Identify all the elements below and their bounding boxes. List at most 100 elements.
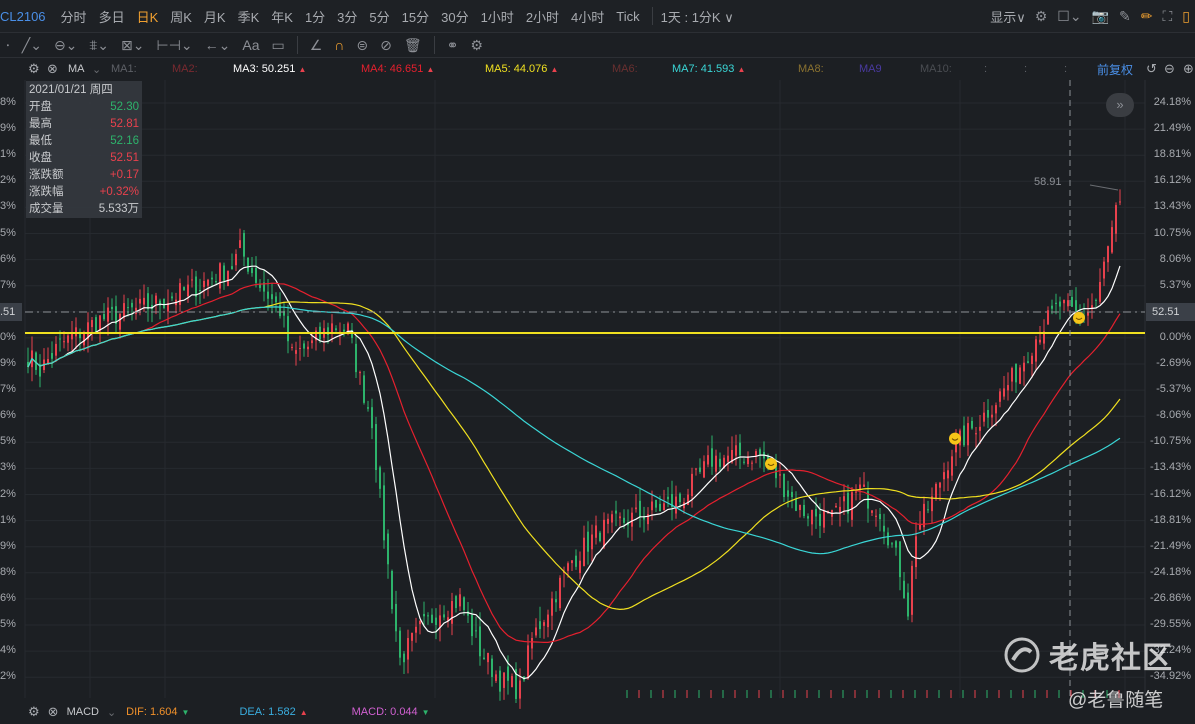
fib-tool-icon[interactable]: ⊠⌄ — [121, 37, 144, 54]
ma-chevron-icon[interactable]: ⌄ — [92, 63, 101, 76]
candle-body — [123, 303, 125, 318]
candle-body — [863, 484, 865, 487]
tiger-logo-icon — [1004, 637, 1040, 673]
left-axis-label: 5% — [0, 226, 16, 239]
candle-body — [747, 456, 749, 465]
timeframe-tab[interactable]: 2小时 — [520, 7, 565, 26]
timeframe-tab[interactable]: 分时 — [55, 7, 93, 26]
left-axis-label: 5% — [0, 435, 16, 448]
timeframe-tab[interactable]: 1小时 — [475, 7, 520, 26]
candle-body — [475, 630, 477, 632]
price-chart[interactable]: 58.91 — [0, 0, 1195, 724]
magnet-icon[interactable]: ∩ — [334, 37, 344, 53]
pattern-tool-icon[interactable]: ⩨⌄ — [89, 37, 109, 54]
ma4-label: MA4: 46.651 ▲ — [361, 63, 434, 75]
timeframe-tab[interactable]: 15分 — [396, 7, 435, 26]
timeframe-tab[interactable]: 日K — [131, 7, 165, 26]
timeframe-tab[interactable]: 3分 — [331, 7, 363, 26]
ma-close-icon[interactable]: ⊗ — [47, 61, 58, 77]
timeframe-tab[interactable]: 月K — [198, 7, 232, 26]
camera-icon[interactable]: 📷 — [1092, 8, 1109, 25]
timeframe-tab[interactable]: 1分 — [299, 7, 331, 26]
adjust-selector[interactable]: 前复权 — [1097, 61, 1133, 78]
display-menu[interactable]: 显示∨ — [986, 7, 1030, 26]
candle-body — [675, 496, 677, 514]
candle-body — [1011, 368, 1013, 382]
right-axis-label: -18.81% — [1150, 513, 1191, 526]
symbol-label[interactable]: CL2106 — [0, 9, 55, 24]
candle-body — [587, 531, 589, 552]
macd-close-icon[interactable]: ⊗ — [48, 704, 59, 720]
chevron-down-icon[interactable]: ⌄ — [107, 706, 116, 719]
timeframe-tab[interactable]: 周K — [164, 7, 198, 26]
candle-body — [1087, 312, 1089, 316]
ma8-label: MA8: — [798, 63, 824, 75]
zoom-in-icon[interactable]: ⊕ — [1183, 61, 1194, 77]
settings-icon[interactable]: ⚙ — [470, 37, 483, 54]
ma7-label: MA7: 41.593 ▲ — [672, 63, 745, 75]
right-axis-label: 13.43% — [1153, 200, 1191, 213]
measure-tool-icon[interactable]: ⊢⊣⌄ — [157, 37, 193, 54]
arrow-tool-icon[interactable]: ←⌄ — [205, 37, 231, 54]
zoom-out-icon[interactable]: ⊖ — [1164, 61, 1175, 77]
right-axis-label: 24.18% — [1153, 96, 1191, 108]
candle-body — [339, 331, 341, 333]
layout-icon[interactable]: ☐⌄ — [1057, 8, 1081, 25]
settings-icon[interactable]: ⚙ — [1035, 8, 1048, 25]
candle-body — [111, 306, 113, 310]
ma4-line — [27, 282, 1121, 643]
candle-body — [819, 514, 821, 526]
candle-body — [691, 473, 693, 497]
timeframe-tab[interactable]: 季K — [232, 7, 266, 26]
pencil-icon[interactable]: ✏ — [1141, 8, 1153, 25]
comment-icon[interactable]: ▭ — [272, 37, 285, 54]
candle-body — [1059, 301, 1061, 307]
panel-icon[interactable]: ▯ — [1182, 8, 1190, 25]
cursor-icon[interactable]: ⸱ — [6, 36, 10, 55]
info-label: 成交量 — [29, 203, 64, 215]
candle-body — [903, 580, 905, 599]
ma-settings-icon[interactable]: ⚙ — [28, 61, 40, 77]
text-tool-icon[interactable]: Aa — [242, 37, 259, 53]
left-axis-label: 2% — [0, 487, 16, 500]
candle-body — [83, 332, 85, 346]
circle-tool-icon[interactable]: ⊖⌄ — [54, 37, 77, 54]
candle-body — [375, 424, 377, 471]
candle-body — [731, 449, 733, 463]
candle-body — [199, 289, 201, 291]
timeframe-tab[interactable]: 5分 — [363, 7, 395, 26]
candle-body — [943, 472, 945, 480]
range-selector[interactable]: 1天 : 1分K ∨ — [659, 7, 736, 26]
candle-body — [783, 473, 785, 498]
candle-body — [303, 343, 305, 349]
timeframe-tab[interactable]: Tick — [610, 9, 645, 24]
candle-body — [43, 359, 45, 370]
expand-button[interactable]: » — [1106, 93, 1134, 117]
undo-icon[interactable]: ↺ — [1146, 61, 1157, 77]
candle-body — [955, 438, 957, 453]
ma-selector[interactable]: MA — [68, 63, 85, 75]
ma10-label: MA10: — [920, 63, 952, 75]
candle-body — [187, 284, 189, 297]
lock-icon[interactable]: ⊜ — [356, 37, 368, 54]
timeframe-tab[interactable]: 4小时 — [565, 7, 610, 26]
timeframe-tab[interactable]: 年K — [265, 7, 299, 26]
angle-icon[interactable]: ∠ — [310, 37, 323, 54]
fullscreen-icon[interactable]: ⛶ — [1162, 8, 1172, 25]
info-value: 52.81 — [110, 118, 139, 130]
macd-settings-icon[interactable]: ⚙ — [28, 704, 40, 720]
candle-body — [683, 502, 685, 509]
candle-body — [443, 614, 445, 618]
trash-icon[interactable]: 🗑 — [404, 37, 422, 54]
compare-icon[interactable]: ⚭ — [447, 37, 459, 54]
edit-icon[interactable]: ✎ — [1119, 8, 1131, 25]
candle-body — [735, 445, 737, 456]
candle-body — [815, 509, 817, 517]
hide-icon[interactable]: ⊘ — [380, 37, 392, 54]
timeframe-tab[interactable]: 多日 — [93, 7, 131, 26]
candle-body — [711, 448, 713, 467]
timeframe-tab[interactable]: 30分 — [435, 7, 474, 26]
line-tool-icon[interactable]: ╱⌄ — [22, 37, 42, 54]
candle-body — [579, 560, 581, 574]
macd-selector[interactable]: MACD — [67, 706, 99, 718]
